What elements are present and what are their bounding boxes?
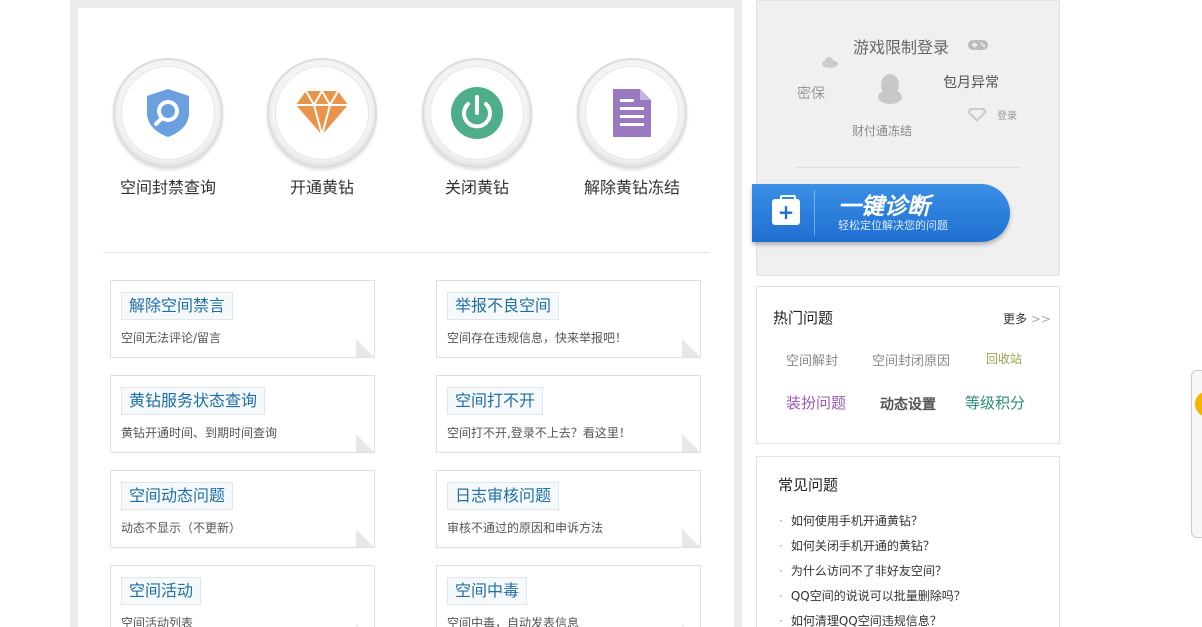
card-desc: 空间中毒，自动发表信息 [447,616,580,627]
tool-ring [267,58,377,168]
tool-close-yellow-diamond[interactable]: 关闭黄钻 [407,58,547,198]
diagnose-subtitle: 轻松定位解决您的问题 [838,219,948,232]
card-desc: 空间活动列表 [121,616,194,627]
coin-icon [1195,391,1202,417]
faq-item-text: 如何关闭手机开通的黄钻？ [790,539,935,553]
card-space-activity[interactable]: 空间活动 空间活动列表 [110,565,375,627]
card-title: 空间动态问题 [121,482,234,510]
faq-item-text: 为什么访问不了非好友空间？ [790,564,947,578]
card-desc: 动态不显示（不更新） [121,521,242,535]
faq-item[interactable]: · 如何清理QQ空间违规信息？ [779,612,942,627]
document-icon [613,89,651,137]
faq-item-text: 如何清理QQ空间违规信息？ [790,614,942,627]
tool-ring [577,58,687,168]
hot-link-5[interactable]: 等级积分 [965,392,1025,413]
tool-label: 空间封禁查询 [119,178,216,197]
card-title: 举报不良空间 [447,292,560,320]
tool-ring [113,58,223,168]
diagnose-title: 一键诊断 [838,194,930,220]
divider [103,252,710,253]
hot-link-3[interactable]: 装扮问题 [786,392,846,413]
tool-label: 解除黄钻冻结 [583,178,680,197]
card-desc: 空间无法评论/留言 [121,331,222,345]
qq-penguin-icon [877,73,903,109]
faq-item[interactable]: · QQ空间的说说可以批量删除吗？ [779,587,966,604]
faq-title: 常见问题 [778,476,839,494]
tool-label: 开通黄钻 [289,178,354,197]
page-fold-icon [356,434,374,452]
diamond-outline-icon [966,107,988,127]
cloud-tag-login[interactable]: 登录 [997,107,1017,122]
divider [797,167,1019,168]
medical-kit-icon: + [772,195,800,225]
more-link[interactable]: 更多 >> [1003,310,1051,327]
card-title: 空间中毒 [447,577,528,605]
page: 空间封禁查询 开通黄钻 关闭黄钻 解除黄钻冻结 解除空间禁言 空间无法评论/留言… [0,0,1202,627]
card-report-space[interactable]: 举报不良空间 空间存在违规信息，快来举报吧！ [436,280,701,358]
card-blog-review[interactable]: 日志审核问题 审核不通过的原因和申诉方法 [436,470,701,548]
card-title: 空间活动 [121,577,202,605]
card-title: 空间打不开 [447,387,544,415]
gamepad-icon [967,37,989,56]
faq-panel: 常见问题 · 如何使用手机开通黄钻？ · 如何关闭手机开通的黄钻？ · 为什么访问不了… [756,456,1060,627]
cloud-icon [821,53,839,72]
more-label: 更多 [1003,312,1028,326]
page-fold-icon [682,529,700,547]
cloud-tag-caifutong[interactable]: 财付通冻结 [852,122,912,139]
card-space-virus[interactable]: 空间中毒 空间中毒，自动发表信息 [436,565,701,627]
cloud-tag-game-login[interactable]: 游戏限制登录 [853,34,949,58]
cloud-tag-monthly[interactable]: 包月异常 [943,72,999,92]
page-fold-icon [356,529,374,547]
double-chevron-right-icon: >> [1030,312,1051,326]
faq-item[interactable]: · 如何使用手机开通黄钻？ [779,512,923,529]
shield-search-icon [147,89,189,137]
faq-item-text: 如何使用手机开通黄钻？ [790,514,923,528]
card-title: 日志审核问题 [447,482,560,510]
hot-questions-panel: 热门问题 更多 >> 空间解封 空间封闭原因 回收站 装扮问题 动态设置 等级积… [756,286,1060,444]
card-desc: 黄钻开通时间、到期时间查询 [121,426,278,440]
card-desc: 空间打不开,登录不上去？看这里！ [447,426,631,440]
page-fold-icon [682,434,700,452]
page-fold-icon [356,339,374,357]
faq-item-text: QQ空间的说说可以批量删除吗？ [790,589,966,603]
card-feed-issue[interactable]: 空间动态问题 动态不显示（不更新） [110,470,375,548]
tool-unfreeze-yellow-diamond[interactable]: 解除黄钻冻结 [562,58,702,198]
hot-title: 热门问题 [773,309,834,327]
faq-item[interactable]: · 如何关闭手机开通的黄钻？ [779,537,935,554]
power-icon [451,87,503,139]
card-title: 解除空间禁言 [121,292,234,320]
side-float-widget[interactable] [1191,370,1202,538]
hot-link-1[interactable]: 空间封闭原因 [872,350,950,369]
card-desc: 空间存在违规信息，快来举报吧！ [447,331,628,345]
tool-label: 关闭黄钻 [444,178,509,197]
button-separator [814,190,815,236]
tool-space-ban-query[interactable]: 空间封禁查询 [98,58,238,198]
card-unmute-space[interactable]: 解除空间禁言 空间无法评论/留言 [110,280,375,358]
faq-item[interactable]: · 为什么访问不了非好友空间？ [779,562,947,579]
tool-open-yellow-diamond[interactable]: 开通黄钻 [252,58,392,198]
one-click-diagnose-button[interactable]: + 一键诊断 轻松定位解决您的问题 [752,184,1010,242]
card-space-wont-open[interactable]: 空间打不开 空间打不开,登录不上去？看这里！ [436,375,701,453]
hot-link-2[interactable]: 回收站 [986,350,1022,367]
hot-link-4[interactable]: 动态设置 [880,394,936,414]
card-desc: 审核不通过的原因和申诉方法 [447,521,604,535]
hot-link-0[interactable]: 空间解封 [786,350,838,369]
card-title: 黄钻服务状态查询 [121,387,266,415]
cloud-tag-mibao[interactable]: 密保 [797,83,825,103]
card-diamond-status[interactable]: 黄钻服务状态查询 黄钻开通时间、到期时间查询 [110,375,375,453]
diamond-icon [296,89,348,137]
page-fold-icon [682,339,700,357]
tool-ring [422,58,532,168]
